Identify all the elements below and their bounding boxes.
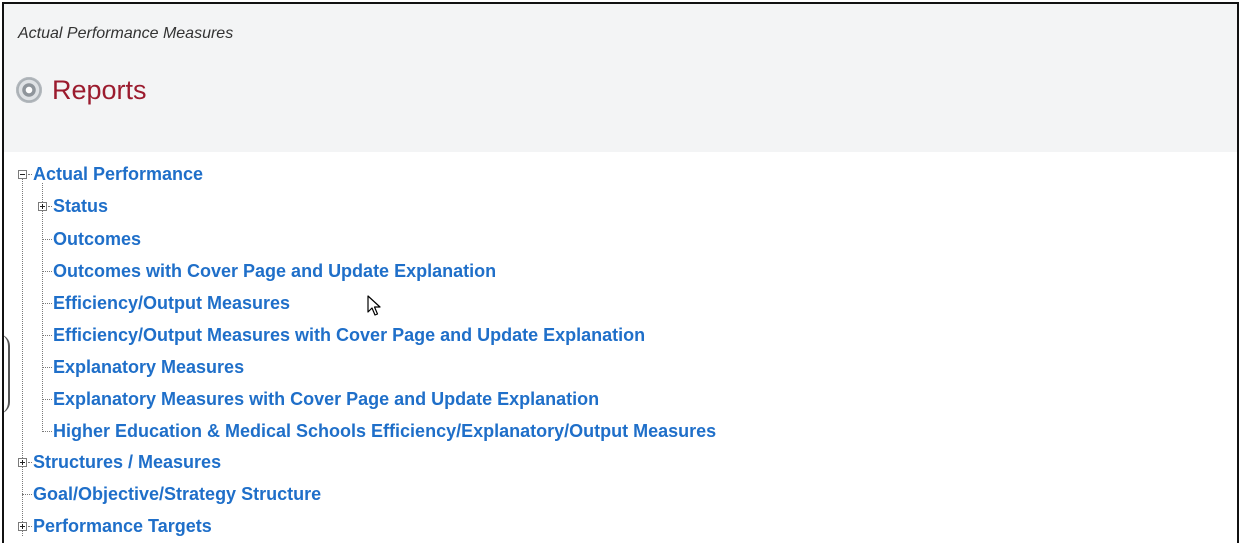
- tree-node-outcomes[interactable]: Outcomes: [42, 227, 141, 251]
- minus-box-icon[interactable]: [18, 169, 27, 179]
- tree-node-efficiency[interactable]: Efficiency/Output Measures: [42, 291, 290, 315]
- tree-dash: [42, 430, 52, 432]
- tree-dash: [42, 334, 52, 336]
- tree-node-explanatory-cover[interactable]: Explanatory Measures with Cover Page and…: [42, 387, 599, 411]
- tree-label-efficiency[interactable]: Efficiency/Output Measures: [53, 293, 290, 314]
- tree-label-explanatory-cover[interactable]: Explanatory Measures with Cover Page and…: [53, 389, 599, 410]
- plus-box-icon[interactable]: [38, 201, 47, 211]
- plus-box-icon[interactable]: [18, 521, 27, 531]
- tree-node-efficiency-cover[interactable]: Efficiency/Output Measures with Cover Pa…: [42, 323, 645, 347]
- tree-dash: [42, 238, 52, 240]
- tree-label-goal-structure[interactable]: Goal/Objective/Strategy Structure: [33, 484, 321, 505]
- gear-icon: [16, 77, 42, 103]
- mouse-cursor-icon: [367, 295, 381, 316]
- title-row: Reports: [16, 74, 147, 106]
- left-edge-mark: [4, 334, 10, 414]
- tree-dash: [42, 366, 52, 368]
- tree-label-outcomes-cover[interactable]: Outcomes with Cover Page and Update Expl…: [53, 261, 496, 282]
- tree-node-status[interactable]: Status: [38, 194, 108, 218]
- tree-node-outcomes-cover[interactable]: Outcomes with Cover Page and Update Expl…: [42, 259, 496, 283]
- tree-label-higher-ed[interactable]: Higher Education & Medical Schools Effic…: [53, 421, 716, 442]
- plus-box-icon[interactable]: [18, 457, 27, 467]
- tree-label-status[interactable]: Status: [53, 196, 108, 217]
- reports-panel: Actual Performance Measures Reports Actu…: [2, 2, 1239, 543]
- tree-node-structures[interactable]: Structures / Measures: [18, 450, 221, 474]
- tree-node-actual-performance[interactable]: Actual Performance: [18, 162, 203, 186]
- tree-node-performance-targets[interactable]: Performance Targets: [18, 514, 212, 538]
- tree-dash: [28, 461, 32, 463]
- tree-label-structures[interactable]: Structures / Measures: [33, 452, 221, 473]
- tree-dash: [28, 525, 32, 527]
- tree-label-efficiency-cover[interactable]: Efficiency/Output Measures with Cover Pa…: [53, 325, 645, 346]
- tree-label-actual-performance[interactable]: Actual Performance: [33, 164, 203, 185]
- tree-label-performance-targets[interactable]: Performance Targets: [33, 516, 212, 537]
- tree-dash: [42, 270, 52, 272]
- tree-dash: [22, 493, 32, 495]
- tree-dash: [42, 302, 52, 304]
- tree-label-explanatory[interactable]: Explanatory Measures: [53, 357, 244, 378]
- page-title: Reports: [52, 74, 147, 105]
- tree-dash: [42, 398, 52, 400]
- reports-tree: Actual Performance Status Outcomes Outco…: [4, 152, 1237, 543]
- tree-dash: [48, 205, 52, 207]
- tree-node-explanatory[interactable]: Explanatory Measures: [42, 355, 244, 379]
- breadcrumb: Actual Performance Measures: [18, 25, 234, 42]
- page-header: Actual Performance Measures Reports: [4, 4, 1237, 152]
- tree-node-goal-structure[interactable]: Goal/Objective/Strategy Structure: [22, 482, 321, 506]
- tree-node-higher-ed[interactable]: Higher Education & Medical Schools Effic…: [42, 419, 716, 443]
- tree-label-outcomes[interactable]: Outcomes: [53, 229, 141, 250]
- tree-dash: [28, 173, 32, 175]
